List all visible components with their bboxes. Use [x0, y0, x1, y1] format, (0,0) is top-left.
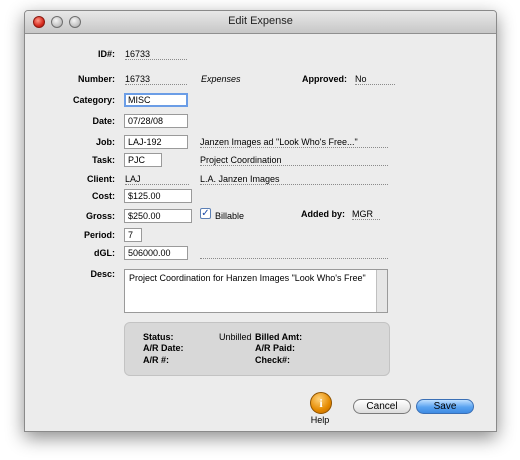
category-label: Category:: [72, 95, 115, 105]
period-label: Period:: [83, 230, 115, 240]
billing-info-panel: Status: Unbilled A/R Date: A/R #: Billed…: [124, 322, 390, 376]
help-icon[interactable]: i: [310, 392, 332, 414]
client-description: L.A. Janzen Images: [200, 174, 388, 185]
task-label: Task:: [92, 155, 115, 165]
number-type-note: Expenses: [201, 74, 241, 84]
job-field[interactable]: LAJ-192: [124, 135, 188, 149]
number-value: 16733: [125, 74, 187, 85]
description-scrollbar[interactable]: [376, 270, 387, 312]
period-field[interactable]: 7: [124, 228, 142, 242]
client-value: LAJ: [125, 174, 189, 185]
save-button[interactable]: Save: [416, 399, 474, 414]
added-by-label: Added by:: [301, 209, 345, 219]
edit-expense-window: Edit Expense ID#: 16733 Number: 16733 Ex…: [24, 10, 497, 432]
number-label: Number:: [77, 74, 115, 84]
job-description: Janzen Images ad "Look Who's Free...": [200, 137, 388, 148]
approved-value: No: [355, 74, 395, 85]
gross-field[interactable]: $250.00: [124, 209, 192, 223]
description-textarea[interactable]: Project Coordination for Hanzen Images "…: [124, 269, 388, 313]
gross-label: Gross:: [85, 211, 115, 221]
dgl-description-line: [200, 248, 388, 259]
help-label[interactable]: Help: [305, 415, 335, 425]
description-text: Project Coordination for Hanzen Images "…: [129, 273, 366, 283]
status-label: Status:: [143, 332, 174, 342]
category-field[interactable]: MISC: [124, 93, 188, 107]
check-number-label: Check#:: [255, 355, 291, 365]
id-value: 16733: [125, 49, 187, 60]
dgl-field[interactable]: 506000.00: [124, 246, 188, 260]
approved-label: Approved:: [302, 74, 347, 84]
task-field[interactable]: PJC: [124, 153, 162, 167]
date-label: Date:: [92, 116, 115, 126]
id-label: ID#:: [97, 49, 115, 59]
title-bar: Edit Expense: [25, 11, 496, 34]
added-by-value: MGR: [352, 209, 380, 220]
billed-amount-label: Billed Amt:: [255, 332, 303, 342]
ar-number-label: A/R #:: [143, 355, 170, 365]
ar-paid-label: A/R Paid:: [255, 343, 296, 353]
billable-checkbox[interactable]: ✓: [200, 208, 211, 219]
form-content: ID#: 16733 Number: 16733 Expenses Approv…: [25, 34, 496, 431]
cancel-button[interactable]: Cancel: [353, 399, 411, 414]
job-label: Job:: [96, 137, 115, 147]
task-description: Project Coordination: [200, 155, 388, 166]
cost-label: Cost:: [92, 191, 115, 201]
billable-label: Billable: [215, 211, 245, 221]
ar-date-label: A/R Date:: [143, 343, 184, 353]
desc-label: Desc:: [90, 269, 115, 279]
date-field[interactable]: 07/28/08: [124, 114, 188, 128]
window-title: Edit Expense: [228, 15, 293, 27]
status-value: Unbilled: [219, 332, 252, 342]
dgl-label: dGL:: [94, 248, 115, 258]
cost-field[interactable]: $125.00: [124, 189, 192, 203]
client-label: Client:: [87, 174, 115, 184]
